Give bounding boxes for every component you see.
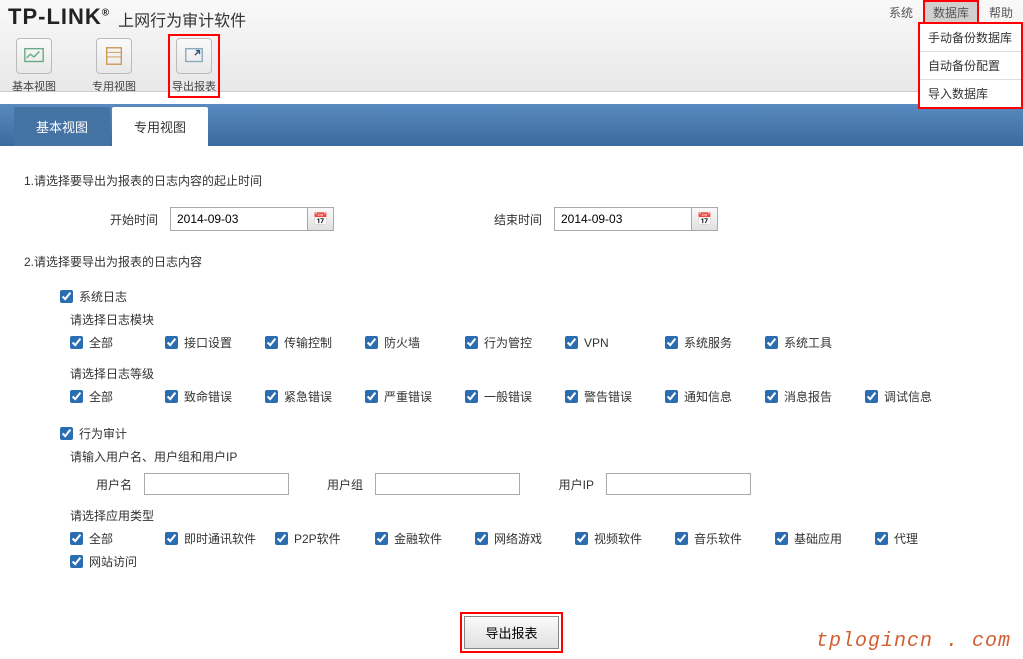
step1-label: 1.请选择要导出为报表的日志内容的起止时间 <box>24 172 1013 189</box>
cb-app-video[interactable] <box>575 532 588 545</box>
cb-module-all[interactable] <box>70 336 83 349</box>
checkbox-syslog[interactable] <box>60 290 73 303</box>
cb-module-interface[interactable] <box>165 336 178 349</box>
cb-module-vpn[interactable] <box>565 336 578 349</box>
cb-app-all[interactable] <box>70 532 83 545</box>
chart-icon <box>16 38 52 74</box>
cb-level-msg[interactable] <box>765 390 778 403</box>
cb-module-transfer[interactable] <box>265 336 278 349</box>
cb-level-severe[interactable] <box>365 390 378 403</box>
dropdown-manual-backup[interactable]: 手动备份数据库 <box>920 24 1021 52</box>
app-type-label: 请选择应用类型 <box>70 507 1013 524</box>
cb-app-finance[interactable] <box>375 532 388 545</box>
watermark: tplogincn . com <box>816 630 1011 653</box>
dropdown-import[interactable]: 导入数据库 <box>920 80 1021 107</box>
database-dropdown: 手动备份数据库 自动备份配置 导入数据库 <box>918 22 1023 109</box>
export-icon <box>176 38 212 74</box>
cb-level-warning[interactable] <box>565 390 578 403</box>
toolbar-export-report[interactable]: 导出报表 <box>168 34 220 98</box>
export-report-button[interactable]: 导出报表 <box>464 616 558 649</box>
audit-input-label: 请输入用户名、用户组和用户IP <box>70 448 1013 465</box>
calendar-icon: 📅 <box>697 212 712 226</box>
ip-input[interactable] <box>606 473 751 495</box>
cb-app-game[interactable] <box>475 532 488 545</box>
cb-level-notice[interactable] <box>665 390 678 403</box>
cb-app-basic[interactable] <box>775 532 788 545</box>
dropdown-auto-backup[interactable]: 自动备份配置 <box>920 52 1021 80</box>
tab-basic-view[interactable]: 基本视图 <box>14 107 110 146</box>
ip-label: 用户IP <box>532 476 594 493</box>
cb-app-proxy[interactable] <box>875 532 888 545</box>
cb-level-debug[interactable] <box>865 390 878 403</box>
audit-title: 行为审计 <box>79 425 127 442</box>
cb-app-music[interactable] <box>675 532 688 545</box>
cb-level-fatal[interactable] <box>165 390 178 403</box>
module-label: 请选择日志模块 <box>70 311 1013 328</box>
cb-app-web[interactable] <box>70 555 83 568</box>
step2-label: 2.请选择要导出为报表的日志内容 <box>24 253 1013 270</box>
toolbar-special-view[interactable]: 专用视图 <box>88 34 140 98</box>
menu-system[interactable]: 系统 <box>879 0 923 25</box>
calendar-icon: 📅 <box>313 212 328 226</box>
end-time-picker-button[interactable]: 📅 <box>692 207 718 231</box>
checkbox-audit[interactable] <box>60 427 73 440</box>
tab-special-view[interactable]: 专用视图 <box>112 107 208 146</box>
level-label: 请选择日志等级 <box>70 365 1013 382</box>
cb-module-behavior[interactable] <box>465 336 478 349</box>
user-input[interactable] <box>144 473 289 495</box>
user-label: 用户名 <box>70 476 132 493</box>
app-title: 上网行为审计软件 <box>118 7 246 31</box>
start-time-input[interactable] <box>170 207 308 231</box>
sheet-icon <box>96 38 132 74</box>
cb-module-firewall[interactable] <box>365 336 378 349</box>
end-time-label: 结束时间 <box>334 211 554 228</box>
cb-level-general[interactable] <box>465 390 478 403</box>
start-time-label: 开始时间 <box>10 211 170 228</box>
cb-app-p2p[interactable] <box>275 532 288 545</box>
end-time-input[interactable] <box>554 207 692 231</box>
cb-app-im[interactable] <box>165 532 178 545</box>
cb-level-all[interactable] <box>70 390 83 403</box>
group-label: 用户组 <box>301 476 363 493</box>
cb-module-service[interactable] <box>665 336 678 349</box>
syslog-title: 系统日志 <box>79 288 127 305</box>
brand-logo: TP-LINK® <box>8 4 110 30</box>
toolbar-basic-view[interactable]: 基本视图 <box>8 34 60 98</box>
cb-module-tools[interactable] <box>765 336 778 349</box>
group-input[interactable] <box>375 473 520 495</box>
cb-level-urgent[interactable] <box>265 390 278 403</box>
start-time-picker-button[interactable]: 📅 <box>308 207 334 231</box>
